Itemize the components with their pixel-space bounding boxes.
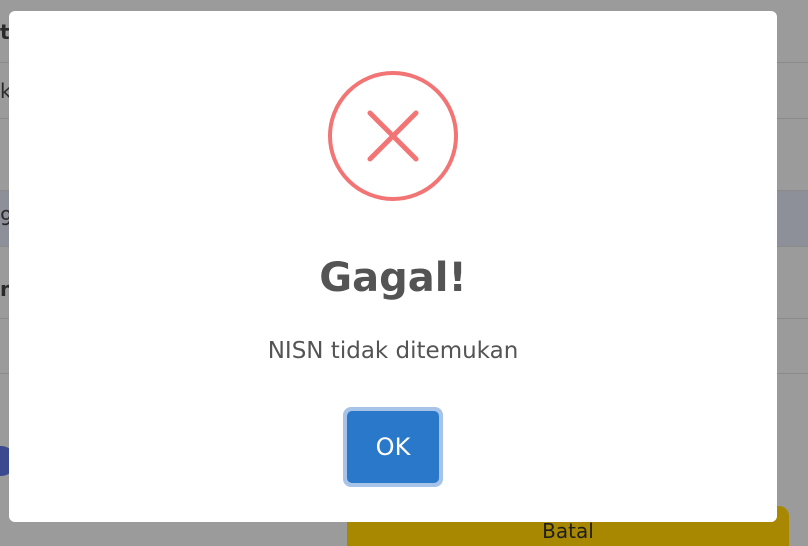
dialog-message: NISN tidak ditemukan	[267, 338, 519, 364]
error-x-icon	[327, 70, 459, 202]
dialog-title: Gagal!	[319, 255, 467, 301]
page: t k 9 n Batal Gagal! NISN tidak ditemuka…	[0, 0, 808, 546]
ok-button-label: OK	[347, 411, 439, 483]
ok-button[interactable]: OK	[343, 407, 443, 487]
error-dialog: Gagal! NISN tidak ditemukan OK	[9, 11, 777, 522]
